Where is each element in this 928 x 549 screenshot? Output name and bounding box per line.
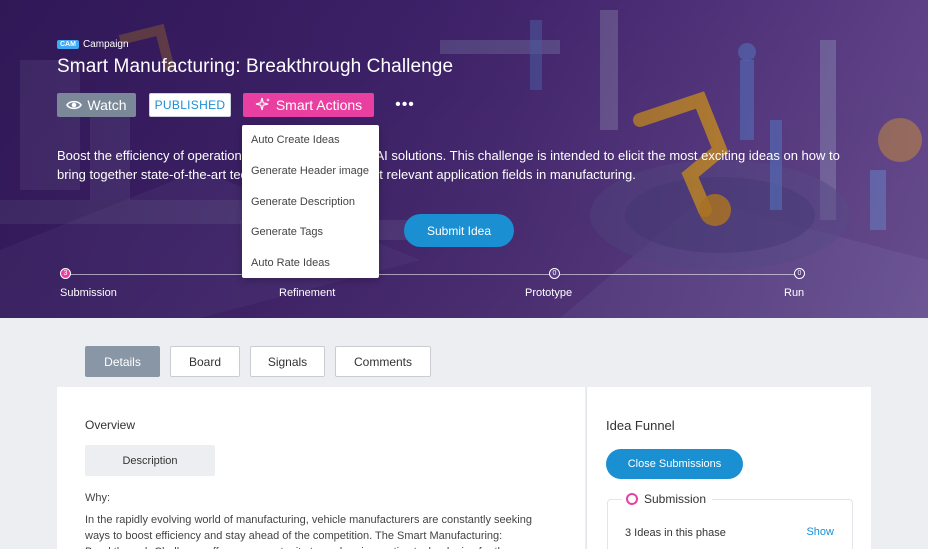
overview-heading: Overview: [85, 418, 136, 432]
tab-details[interactable]: Details: [85, 346, 160, 377]
campaign-tabs: Details Board Signals Comments: [85, 346, 431, 377]
smart-actions-label: Smart Actions: [275, 97, 363, 113]
funnel-phase-label: Submission: [644, 492, 707, 506]
phase-label: Prototype: [525, 287, 573, 299]
watch-button[interactable]: Watch: [57, 93, 136, 117]
menu-item-generate-tags[interactable]: Generate Tags: [242, 217, 379, 248]
phase-run[interactable]: 0 Run: [784, 268, 805, 299]
cam-badge: CAM: [57, 40, 79, 49]
overview-panel: Overview Description Why: In the rapidly…: [57, 387, 585, 549]
campaign-description: Boost the efficiency of operations with …: [57, 148, 840, 182]
funnel-phase-legend: Submission: [622, 492, 713, 506]
idea-funnel-heading: Idea Funnel: [606, 418, 675, 433]
page-title: Smart Manufacturing: Breakthrough Challe…: [57, 56, 454, 77]
idea-funnel-panel: Idea Funnel Close Submissions Submission…: [586, 387, 871, 549]
phase-timeline-line: [66, 274, 800, 275]
phase-label: Refinement: [279, 287, 336, 299]
submit-idea-button[interactable]: Submit Idea: [404, 214, 514, 247]
menu-item-generate-header-image[interactable]: Generate Header image: [242, 156, 379, 187]
funnel-phase-box: Submission 3 Ideas in this phase Show: [607, 492, 853, 549]
show-link[interactable]: Show: [806, 526, 834, 538]
eye-icon: [66, 100, 83, 110]
phase-count-badge: 3: [60, 268, 71, 279]
ideas-count: 3 Ideas in this phase: [625, 527, 726, 539]
tab-comments[interactable]: Comments: [335, 346, 431, 377]
phase-submission[interactable]: 3 Submission: [60, 268, 117, 299]
campaign-header: CAM Campaign Smart Manufacturing: Breakt…: [0, 0, 928, 318]
campaign-type-line: CAM Campaign: [57, 39, 129, 50]
header-actions: Watch PUBLISHED Smart Actions •••: [57, 93, 420, 117]
description-button[interactable]: Description: [85, 445, 215, 476]
menu-item-auto-rate-ideas[interactable]: Auto Rate Ideas: [242, 248, 379, 279]
status-badge: PUBLISHED: [149, 93, 231, 117]
overview-body-text: In the rapidly evolving world of manufac…: [85, 514, 532, 549]
close-submissions-button[interactable]: Close Submissions: [606, 449, 743, 479]
tab-board[interactable]: Board: [170, 346, 240, 377]
campaign-type-label: Campaign: [82, 39, 129, 50]
menu-item-generate-description[interactable]: Generate Description: [242, 187, 379, 218]
more-options-icon[interactable]: •••: [390, 96, 420, 114]
why-label: Why:: [85, 492, 111, 504]
smart-actions-menu: Auto Create Ideas Generate Header image …: [242, 125, 379, 278]
phase-label: Run: [784, 287, 805, 299]
smart-actions-button[interactable]: Smart Actions: [243, 93, 374, 117]
menu-item-auto-create-ideas[interactable]: Auto Create Ideas: [242, 125, 379, 156]
sparkle-icon: [255, 97, 270, 111]
phase-prototype[interactable]: 0 Prototype: [525, 268, 572, 299]
watch-label: Watch: [87, 97, 127, 113]
phase-count-badge: 0: [794, 268, 805, 279]
tab-signals[interactable]: Signals: [250, 346, 325, 377]
phase-ring-icon: [626, 493, 638, 505]
phase-count-badge: 0: [549, 268, 560, 279]
phase-label: Submission: [60, 287, 117, 299]
